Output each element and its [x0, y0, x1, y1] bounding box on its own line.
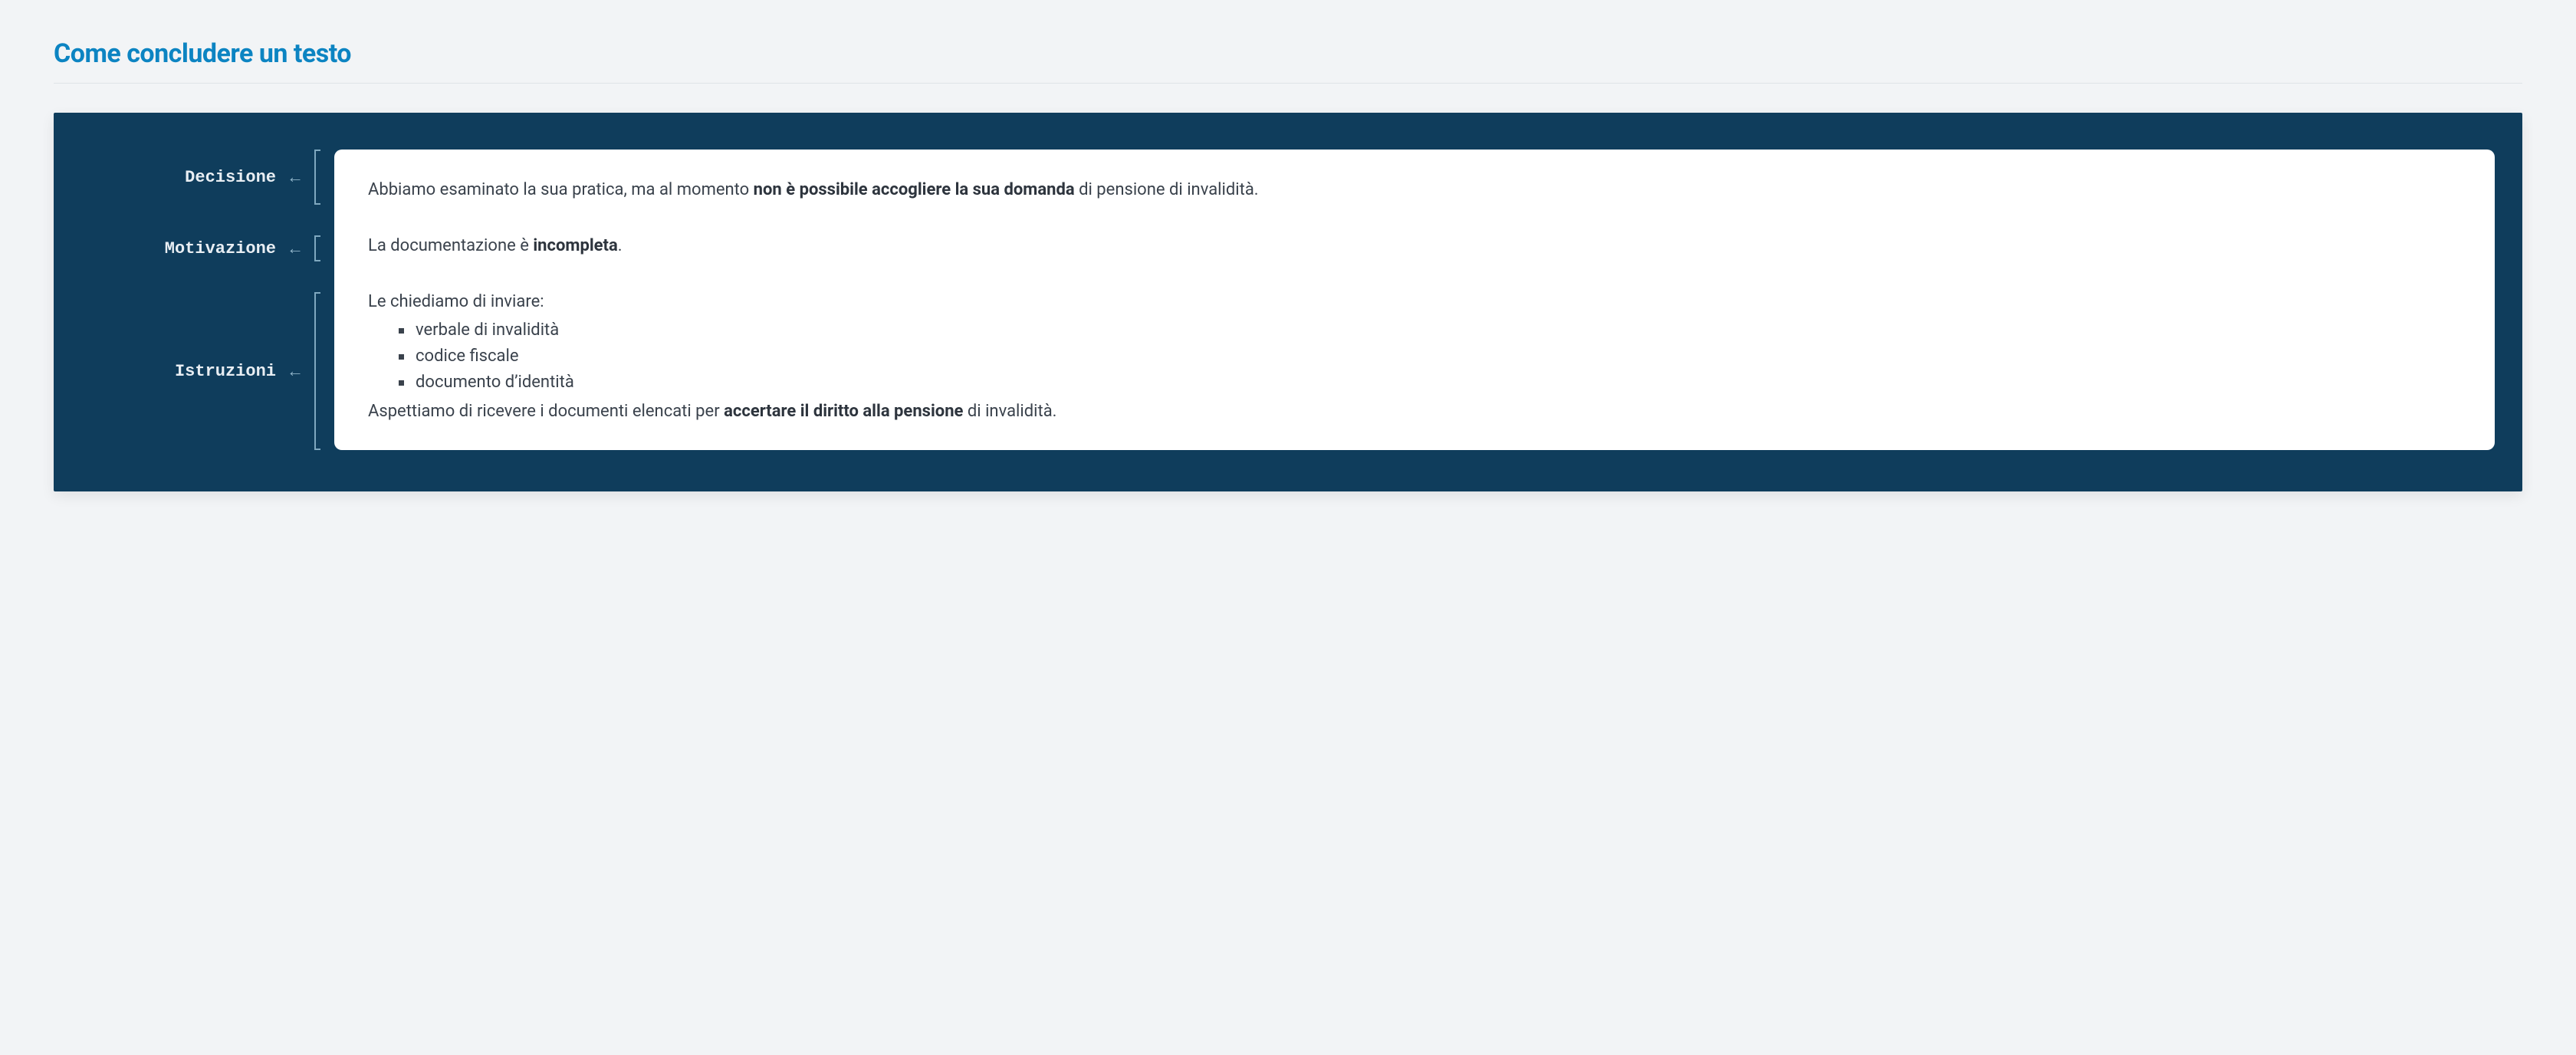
labels-column: Decisione ← Motivazione ← Istruzioni ←	[81, 150, 319, 450]
bracket-icon	[314, 235, 319, 261]
label-row-istruzioni: Istruzioni ←	[81, 292, 319, 450]
example-card: Abbiamo esaminato la sua pratica, ma al …	[334, 150, 2495, 450]
list-item: verbale di invalidità	[399, 317, 2461, 343]
label-motivazione: Motivazione	[165, 239, 276, 258]
motivazione-text-pre: La documentazione è	[368, 236, 533, 255]
label-decisione: Decisione	[185, 168, 276, 187]
list-item: documento d’identità	[399, 370, 2461, 396]
list-item: codice fiscale	[399, 343, 2461, 370]
example-panel: Decisione ← Motivazione ← Istruzioni ← A…	[54, 113, 2522, 491]
istruzioni-trail: Aspettiamo di ricevere i documenti elenc…	[368, 399, 2461, 424]
istruzioni-lead: Le chiediamo di inviare:	[368, 289, 2461, 314]
bracket-icon	[314, 292, 319, 450]
decisione-text-post: di pensione di invalidità.	[1075, 180, 1259, 199]
arrow-left-icon: ←	[287, 361, 304, 381]
label-row-motivazione: Motivazione ←	[81, 235, 319, 261]
istruzioni-trail-pre: Aspettiamo di ricevere i documenti elenc…	[368, 402, 724, 421]
page-title: Come concludere un testo	[54, 38, 2522, 84]
arrow-left-icon: ←	[287, 238, 304, 258]
motivazione-text-bold: incompleta	[533, 236, 617, 255]
section-motivazione: La documentazione è incompleta.	[368, 233, 2461, 258]
motivazione-text-post: .	[618, 236, 623, 255]
section-istruzioni: Le chiediamo di inviare: verbale di inva…	[368, 289, 2461, 424]
arrow-left-icon: ←	[287, 167, 304, 187]
istruzioni-trail-post: di invalidità.	[963, 402, 1056, 421]
label-row-decisione: Decisione ←	[81, 150, 319, 205]
istruzioni-trail-bold: accertare il diritto alla pensione	[724, 402, 963, 421]
decisione-text-bold: non è possibile accogliere la sua domand…	[754, 180, 1075, 199]
bracket-icon	[314, 150, 319, 205]
section-decisione: Abbiamo esaminato la sua pratica, ma al …	[368, 177, 2461, 202]
istruzioni-list: verbale di invalidità codice fiscale doc…	[368, 317, 2461, 396]
decisione-text-pre: Abbiamo esaminato la sua pratica, ma al …	[368, 180, 754, 199]
label-istruzioni: Istruzioni	[175, 362, 276, 381]
